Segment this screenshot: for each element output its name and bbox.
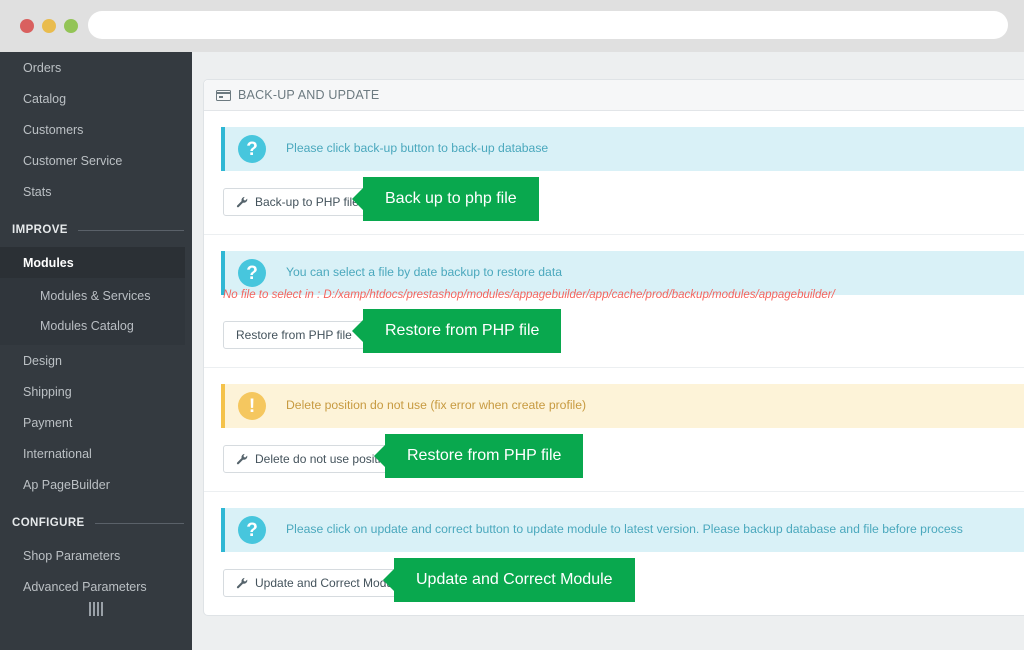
sidebar-item-label: Shop Parameters (23, 548, 121, 563)
sidebar-item-label: Modules (23, 255, 74, 270)
question-mark-icon: ? (238, 259, 266, 287)
callout-label: Back up to php file (385, 190, 517, 207)
section-backup: ? Please click back-up button to back-up… (204, 127, 1024, 234)
exclamation-mark-icon: ! (238, 392, 266, 420)
action-row: Delete do not use position Restore from … (204, 428, 1024, 491)
panel-header: BACK-UP AND UPDATE (204, 80, 1024, 111)
sidebar-item-label: Ap PageBuilder (23, 477, 110, 492)
sidebar-section-configure: CONFIGURE (0, 506, 192, 540)
sidebar-submenu-modules: Modules & Services Modules Catalog (0, 278, 185, 345)
maximize-window-button[interactable] (64, 19, 78, 33)
button-label: Delete do not use position (255, 452, 394, 466)
wrench-icon (236, 453, 248, 465)
alert-message: Please click back-up button to back-up d… (286, 141, 549, 156)
action-row: Back-up to PHP file Back up to php file (204, 171, 1024, 234)
sidebar-item-label: Catalog (23, 91, 67, 106)
sidebar-item-label: International (23, 446, 92, 461)
sidebar-item-label: Design (23, 353, 62, 368)
sidebar-item-orders[interactable]: Orders (0, 52, 192, 83)
sidebar-item-modules-catalog[interactable]: Modules Catalog (0, 311, 185, 341)
backup-and-update-panel: BACK-UP AND UPDATE ? Please click back-u… (203, 79, 1024, 616)
callout-delete-position: Restore from PHP file (385, 434, 584, 478)
backup-to-php-file-button[interactable]: Back-up to PHP file (223, 188, 372, 216)
no-file-error-message: No file to select in : D:/xamp/htdocs/pr… (223, 289, 835, 301)
sidebar-item-payment[interactable]: Payment (0, 407, 192, 438)
alert-message: Delete position do not use (fix error wh… (286, 398, 587, 413)
callout-label: Restore from PHP file (407, 447, 562, 464)
close-window-button[interactable] (20, 19, 34, 33)
section-update-module: ? Please click on update and correct but… (204, 491, 1024, 615)
sidebar-item-label: Customer Service (23, 153, 123, 168)
sidebar-configure-items: Shop Parameters Advanced Parameters (0, 540, 192, 602)
sidebar-item-shop-parameters[interactable]: Shop Parameters (0, 540, 192, 571)
sidebar-section-label: CONFIGURE (12, 517, 85, 529)
callout-restore-from-php-file: Restore from PHP file (363, 309, 562, 353)
sidebar-item-design[interactable]: Design (0, 345, 192, 376)
callout-back-up-to-php-file: Back up to php file (363, 177, 539, 221)
collapse-menu-icon[interactable] (89, 602, 103, 616)
sidebar-item-modules[interactable]: Modules (0, 247, 185, 278)
action-row: No file to select in : D:/xamp/htdocs/pr… (204, 289, 1024, 367)
sidebar-item-label: Payment (23, 415, 73, 430)
section-delete-position: ! Delete position do not use (fix error … (204, 367, 1024, 491)
button-label: Back-up to PHP file (255, 195, 359, 209)
main-content: BACK-UP AND UPDATE ? Please click back-u… (192, 52, 1024, 650)
sidebar-item-customer-service[interactable]: Customer Service (0, 145, 192, 176)
warning-alert: ! Delete position do not use (fix error … (221, 384, 1024, 428)
sidebar-item-stats[interactable]: Stats (0, 176, 192, 207)
sidebar-item-label: Modules & Services (40, 289, 151, 303)
sidebar-top-items: Orders Catalog Customers Customer Servic… (0, 52, 192, 207)
sidebar-section-improve: IMPROVE (0, 213, 192, 247)
sidebar-collapse-bar (0, 602, 192, 616)
sidebar-item-label: Stats (23, 184, 52, 199)
sidebar-item-shipping[interactable]: Shipping (0, 376, 192, 407)
info-alert: ? Please click back-up button to back-up… (221, 127, 1024, 171)
restore-from-php-file-button[interactable]: Restore from PHP file (223, 321, 365, 349)
info-alert: ? Please click on update and correct but… (221, 508, 1024, 552)
action-row: Update and Correct Module Update and Cor… (204, 552, 1024, 615)
sidebar-item-catalog[interactable]: Catalog (0, 83, 192, 114)
sidebar-item-customers[interactable]: Customers (0, 114, 192, 145)
sidebar-item-international[interactable]: International (0, 438, 192, 469)
section-restore: ? You can select a file by date backup t… (204, 234, 1024, 367)
sidebar-section-label: IMPROVE (12, 224, 68, 236)
button-label: Restore from PHP file (236, 328, 352, 342)
browser-chrome (0, 0, 1024, 52)
sidebar-section-divider (77, 229, 184, 231)
callout-label: Update and Correct Module (416, 571, 613, 588)
page-title: BACK-UP AND UPDATE (238, 88, 380, 102)
credit-card-icon (216, 89, 231, 101)
window-controls (20, 19, 78, 33)
alert-message: Please click on update and correct butto… (286, 522, 963, 537)
sidebar-item-label: Shipping (23, 384, 72, 399)
sidebar-improve-items: Design Shipping Payment International Ap… (0, 345, 192, 500)
callout-label: Restore from PHP file (385, 322, 540, 339)
wrench-icon (236, 196, 248, 208)
callout-update-and-correct-module: Update and Correct Module (394, 558, 635, 602)
sidebar-item-label: Modules Catalog (40, 319, 134, 333)
address-bar[interactable] (88, 11, 1008, 39)
sidebar-item-label: Orders (23, 60, 62, 75)
minimize-window-button[interactable] (42, 19, 56, 33)
sidebar-item-label: Advanced Parameters (23, 579, 147, 594)
sidebar-section-divider (94, 522, 184, 524)
sidebar-item-advanced-parameters[interactable]: Advanced Parameters (0, 571, 192, 602)
sidebar-item-ap-pagebuilder[interactable]: Ap PageBuilder (0, 469, 192, 500)
question-mark-icon: ? (238, 135, 266, 163)
main-sidebar: Orders Catalog Customers Customer Servic… (0, 52, 192, 650)
question-mark-icon: ? (238, 516, 266, 544)
button-label: Update and Correct Module (255, 576, 403, 590)
sidebar-item-modules-and-services[interactable]: Modules & Services (0, 281, 185, 311)
alert-message: You can select a file by date backup to … (286, 265, 562, 280)
sidebar-item-label: Customers (23, 122, 84, 137)
wrench-icon (236, 577, 248, 589)
